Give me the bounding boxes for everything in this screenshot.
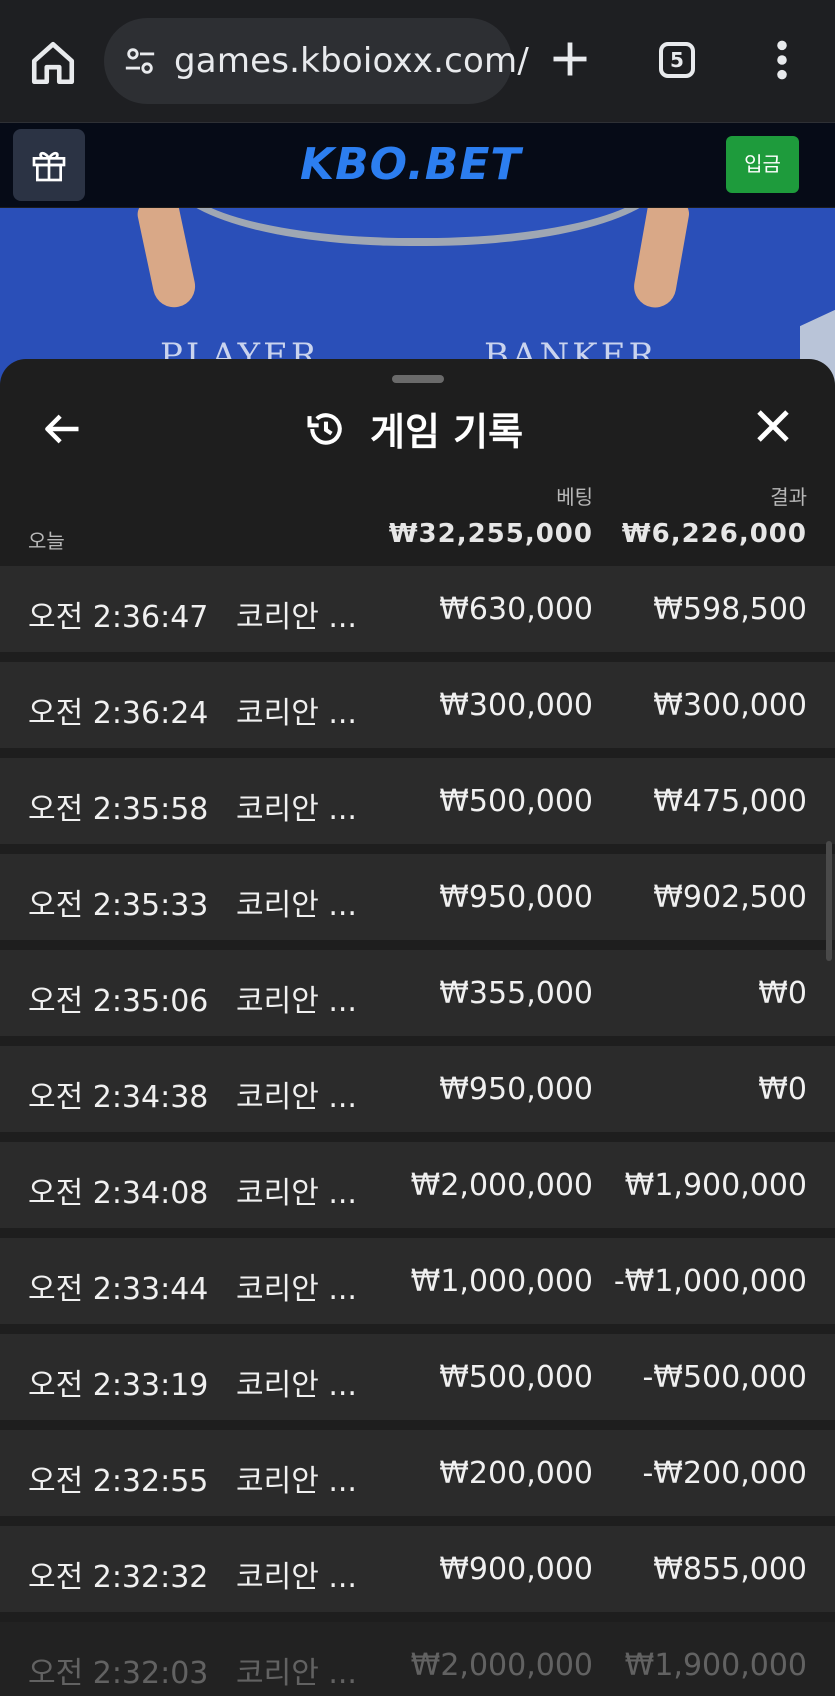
row-game: 코리안 ... xyxy=(236,1176,357,1211)
row-bet: ₩500,000 xyxy=(439,784,593,819)
history-row[interactable]: 오전 2:33:19 코리안 ... ₩500,000 -₩500,000 xyxy=(0,1334,835,1420)
row-time: 오전 2:32:03 xyxy=(28,1656,209,1691)
row-bet: ₩950,000 xyxy=(439,1072,593,1107)
row-bet: ₩1,000,000 xyxy=(410,1264,593,1299)
deposit-button[interactable]: 입금 xyxy=(726,136,799,193)
drag-handle[interactable] xyxy=(392,375,444,383)
site-settings-icon[interactable] xyxy=(122,44,158,78)
row-bet: ₩355,000 xyxy=(439,976,593,1011)
history-row[interactable]: 오전 2:36:47 코리안 ... ₩630,000 ₩598,500 xyxy=(0,566,835,652)
row-result: ₩1,900,000 xyxy=(624,1168,807,1203)
bet-column-header: 베팅 xyxy=(556,485,593,509)
row-result: ₩598,500 xyxy=(653,592,807,627)
history-row[interactable]: 오전 2:35:58 코리안 ... ₩500,000 ₩475,000 xyxy=(0,758,835,844)
row-bet: ₩2,000,000 xyxy=(410,1168,593,1203)
row-time: 오전 2:34:38 xyxy=(28,1080,209,1115)
history-row[interactable]: 오전 2:34:08 코리안 ... ₩2,000,000 ₩1,900,000 xyxy=(0,1142,835,1228)
more-menu-icon[interactable] xyxy=(770,38,794,82)
row-game: 코리안 ... xyxy=(236,888,357,923)
row-time: 오전 2:35:33 xyxy=(28,888,209,923)
row-result: ₩0 xyxy=(758,1072,807,1107)
row-time: 오전 2:36:47 xyxy=(28,600,209,635)
row-result: -₩1,000,000 xyxy=(613,1264,807,1299)
row-game: 코리안 ... xyxy=(236,600,357,635)
row-time: 오전 2:34:08 xyxy=(28,1176,209,1211)
row-time: 오전 2:33:19 xyxy=(28,1368,209,1403)
site-logo[interactable]: KBO.BET xyxy=(300,139,521,190)
row-bet: ₩500,000 xyxy=(439,1360,593,1395)
row-time: 오전 2:33:44 xyxy=(28,1272,209,1307)
row-result: ₩1,900,000 xyxy=(624,1648,807,1683)
row-game: 코리안 ... xyxy=(236,1560,357,1595)
url-text[interactable]: games.kboioxx.com/ xyxy=(174,41,529,81)
row-result: ₩0 xyxy=(758,976,807,1011)
history-row[interactable]: 오전 2:35:06 코리안 ... ₩355,000 ₩0 xyxy=(0,950,835,1036)
game-history-sheet: 게임 기록 베팅 결과 오늘 ₩32,255,000 ₩6,226,000 오전… xyxy=(0,359,835,1696)
close-icon[interactable] xyxy=(752,405,794,447)
row-game: 코리안 ... xyxy=(236,1368,357,1403)
row-game: 코리안 ... xyxy=(236,1656,357,1691)
row-bet: ₩200,000 xyxy=(439,1456,593,1491)
dealer-hand xyxy=(135,208,199,312)
site-header: KBO.BET 입금 xyxy=(0,123,835,207)
dealer-hand xyxy=(630,208,692,311)
total-bet: ₩32,255,000 xyxy=(388,519,593,549)
row-time: 오전 2:35:06 xyxy=(28,984,209,1019)
row-bet: ₩630,000 xyxy=(439,592,593,627)
back-arrow-icon[interactable] xyxy=(40,407,84,451)
row-game: 코리안 ... xyxy=(236,1464,357,1499)
result-column-header: 결과 xyxy=(770,485,807,509)
row-result: ₩300,000 xyxy=(653,688,807,723)
history-row[interactable]: 오전 2:32:32 코리안 ... ₩900,000 ₩855,000 xyxy=(0,1526,835,1612)
row-game: 코리안 ... xyxy=(236,792,357,827)
row-result: ₩475,000 xyxy=(653,784,807,819)
row-game: 코리안 ... xyxy=(236,696,357,731)
row-result: -₩200,000 xyxy=(642,1456,807,1491)
row-time: 오전 2:35:58 xyxy=(28,792,209,827)
history-row[interactable]: 오전 2:33:44 코리안 ... ₩1,000,000 -₩1,000,00… xyxy=(0,1238,835,1324)
scrollbar[interactable] xyxy=(826,841,832,961)
tab-switcher-button[interactable]: 5 xyxy=(659,42,695,78)
row-bet: ₩900,000 xyxy=(439,1552,593,1587)
row-game: 코리안 ... xyxy=(236,1080,357,1115)
row-time: 오전 2:36:24 xyxy=(28,696,209,731)
gift-button[interactable] xyxy=(13,129,85,201)
address-bar[interactable]: games.kboioxx.com/ xyxy=(104,18,529,104)
row-result: ₩855,000 xyxy=(653,1552,807,1587)
history-row[interactable]: 오전 2:32:55 코리안 ... ₩200,000 -₩200,000 xyxy=(0,1430,835,1516)
gift-icon xyxy=(32,152,66,182)
history-row[interactable]: 오전 2:32:03 코리안 ... ₩2,000,000 ₩1,900,000 xyxy=(0,1622,835,1696)
row-game: 코리안 ... xyxy=(236,984,357,1019)
history-row[interactable]: 오전 2:34:38 코리안 ... ₩950,000 ₩0 xyxy=(0,1046,835,1132)
history-list: 오전 2:36:47 코리안 ... ₩630,000 ₩598,500 오전 … xyxy=(0,566,835,1696)
history-icon xyxy=(307,413,342,445)
row-time: 오전 2:32:32 xyxy=(28,1560,209,1595)
new-tab-icon[interactable] xyxy=(548,37,592,81)
row-bet: ₩950,000 xyxy=(439,880,593,915)
row-result: -₩500,000 xyxy=(642,1360,807,1395)
title-text: 게임 기록 xyxy=(370,410,524,454)
table-rim xyxy=(170,208,666,246)
history-row[interactable]: 오전 2:36:24 코리안 ... ₩300,000 ₩300,000 xyxy=(0,662,835,748)
home-icon[interactable] xyxy=(28,38,78,88)
total-result: ₩6,226,000 xyxy=(621,519,807,549)
history-row[interactable]: 오전 2:35:33 코리안 ... ₩950,000 ₩902,500 xyxy=(0,854,835,940)
row-bet: ₩2,000,000 xyxy=(410,1648,593,1683)
row-result: ₩902,500 xyxy=(653,880,807,915)
period-label: 오늘 xyxy=(28,529,65,553)
row-time: 오전 2:32:55 xyxy=(28,1464,209,1499)
row-game: 코리안 ... xyxy=(236,1272,357,1307)
browser-toolbar: games.kboioxx.com/ 5 xyxy=(0,0,835,123)
row-bet: ₩300,000 xyxy=(439,688,593,723)
